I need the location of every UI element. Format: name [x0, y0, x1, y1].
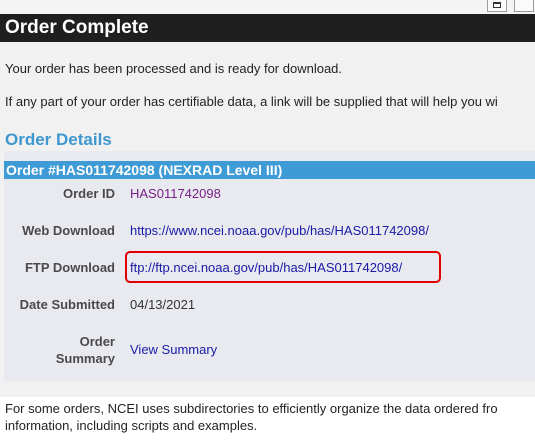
intro-text: Your order has been processed and is rea… — [5, 61, 343, 76]
footer-text-line1: For some orders, NCEI uses subdirectorie… — [5, 401, 498, 416]
view-summary-link[interactable]: View Summary — [130, 342, 217, 357]
date-submitted-label: Date Submitted — [19, 297, 115, 312]
order-header: Order #HAS011742098 (NEXRAD Level III) — [4, 161, 535, 179]
order-details-panel: Order #HAS011742098 (NEXRAD Level III) O… — [4, 151, 535, 381]
order-id-value: HAS011742098 — [130, 186, 221, 201]
date-submitted-value: 04/13/2021 — [130, 297, 196, 312]
ftp-download-label: FTP Download — [24, 260, 115, 275]
order-id-label: Order ID — [62, 186, 115, 201]
web-download-label: Web Download — [22, 223, 115, 238]
web-download-link[interactable]: https://www.ncei.noaa.gov/pub/has/HAS011… — [130, 223, 429, 238]
window-button[interactable] — [487, 0, 507, 12]
order-summary-label-line1: Order — [79, 334, 115, 349]
certifiable-data-text: If any part of your order has certifiabl… — [5, 94, 498, 109]
restore-icon — [493, 2, 501, 8]
order-summary-label-line2: Summary — [55, 351, 115, 366]
ftp-highlight-box — [125, 251, 441, 283]
window-top-strip — [0, 0, 535, 14]
order-details-heading: Order Details — [5, 130, 112, 149]
window-button[interactable] — [514, 0, 534, 12]
page-title: Order Complete — [0, 14, 535, 42]
footer-text-line2: information, including scripts and examp… — [5, 418, 258, 433]
